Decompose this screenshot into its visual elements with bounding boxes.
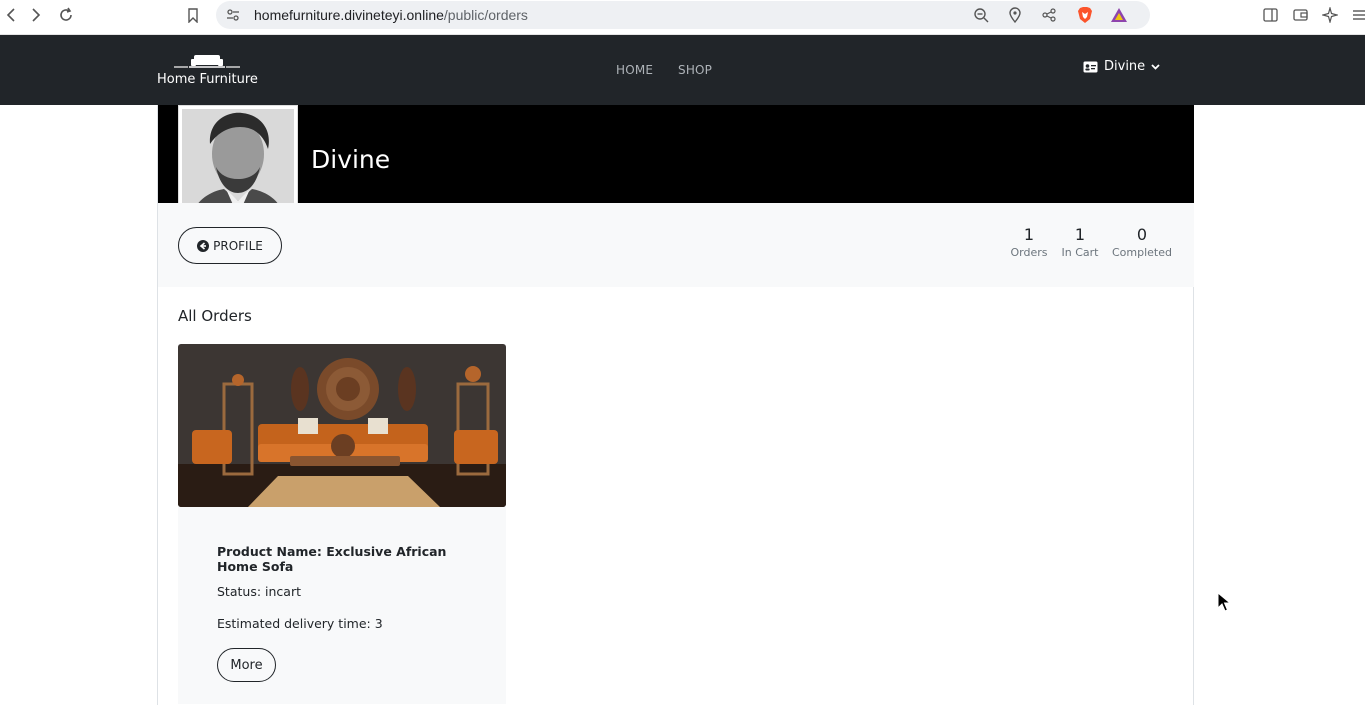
profile-button-label: PROFILE <box>213 238 263 253</box>
url-text: homefurniture.divineteyi.online/public/o… <box>254 7 528 23</box>
user-name: Divine <box>1104 59 1146 74</box>
address-bar[interactable]: homefurniture.divineteyi.online/public/o… <box>216 1 1150 29</box>
menu-icon[interactable] <box>1347 5 1365 25</box>
nav-link-shop[interactable]: SHOP <box>678 63 712 77</box>
sofa-icon <box>174 55 240 68</box>
product-name: Product Name: Exclusive African Home Sof… <box>217 544 447 574</box>
bookmark-icon[interactable] <box>182 5 204 25</box>
id-card-icon <box>1083 61 1098 72</box>
stat-in-cart: 1 In Cart <box>1060 225 1100 259</box>
brave-shield-icon[interactable] <box>1076 6 1094 24</box>
section-title: All Orders <box>178 307 252 325</box>
stat-completed-value: 0 <box>1136 225 1148 244</box>
avatar-portrait <box>182 109 294 216</box>
url-host: homefurniture.divineteyi.online <box>254 7 444 23</box>
share-icon[interactable] <box>1040 6 1058 24</box>
profile-stats-strip: PROFILE 1 Orders 1 In Cart 0 Completed <box>158 203 1194 287</box>
rewards-icon[interactable] <box>1110 6 1128 24</box>
back-icon[interactable] <box>0 5 22 25</box>
delivery-time: Estimated delivery time: 3 <box>217 616 383 631</box>
arrow-circle-left-icon <box>197 239 210 252</box>
browser-toolbar: homefurniture.divineteyi.online/public/o… <box>0 0 1365 35</box>
forward-icon[interactable] <box>25 5 47 25</box>
stat-in-cart-value: 1 <box>1074 225 1086 244</box>
order-card: Product Name: Exclusive African Home Sof… <box>178 344 506 704</box>
stat-orders: 1 Orders <box>1010 225 1048 259</box>
profile-name: Divine <box>311 145 391 174</box>
sidebar-icon[interactable] <box>1259 5 1281 25</box>
order-status: Status: incart <box>217 584 301 599</box>
stat-orders-value: 1 <box>1023 225 1035 244</box>
stat-completed-label: Completed <box>1112 246 1172 259</box>
user-dropdown[interactable]: Divine <box>1083 59 1160 74</box>
mouse-cursor-icon <box>1217 592 1231 612</box>
nav-link-home[interactable]: HOME <box>616 63 653 77</box>
more-button[interactable]: More <box>217 648 276 682</box>
stat-orders-label: Orders <box>1010 246 1048 259</box>
zoom-out-icon[interactable] <box>972 6 990 24</box>
profile-button[interactable]: PROFILE <box>178 227 282 264</box>
product-image[interactable] <box>178 344 506 507</box>
reload-icon[interactable] <box>55 5 77 25</box>
profile-banner: Divine <box>158 105 1194 203</box>
leo-ai-icon[interactable] <box>1319 5 1341 25</box>
stat-completed: 0 Completed <box>1110 225 1174 259</box>
site-settings-icon[interactable] <box>224 6 242 24</box>
chevron-down-icon <box>1151 63 1160 70</box>
product-photo <box>178 344 506 507</box>
site-navbar: Home Furniture HOME SHOP Divine <box>0 35 1365 105</box>
profile-card: Divine PROFILE 1 Orders 1 In Cart 0 Comp… <box>157 105 1194 705</box>
brand-logo[interactable]: Home Furniture <box>157 53 258 93</box>
order-details: Product Name: Exclusive African Home Sof… <box>217 544 477 682</box>
url-path: /public/orders <box>443 7 528 23</box>
stat-in-cart-label: In Cart <box>1061 246 1099 259</box>
location-icon[interactable] <box>1006 6 1024 24</box>
brand-name: Home Furniture <box>157 72 258 87</box>
wallet-icon[interactable] <box>1289 5 1311 25</box>
